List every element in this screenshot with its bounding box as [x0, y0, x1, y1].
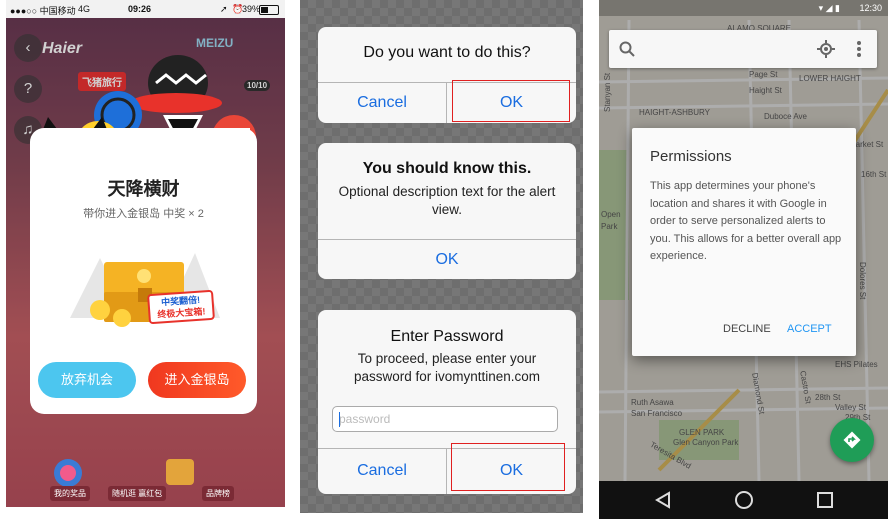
text-cursor	[339, 412, 340, 427]
network-label: 4G	[78, 4, 91, 14]
password-placeholder: password	[339, 412, 391, 426]
alert-title: Do you want to do this?	[363, 44, 531, 61]
tab-my-prizes[interactable]: 我的奖品	[50, 486, 90, 501]
divider	[318, 239, 576, 240]
directions-button[interactable]	[830, 418, 874, 462]
more-vert-icon[interactable]	[855, 40, 863, 58]
accept-button[interactable]: ACCEPT	[787, 323, 832, 335]
cancel-button[interactable]: Cancel	[318, 94, 446, 112]
battery-icon	[259, 5, 279, 15]
directions-icon	[843, 431, 861, 449]
clock-label: 09:26	[128, 4, 152, 14]
carrier-label: ●●●○○ 中国移动	[10, 6, 76, 16]
ios-alerts-screen: Do you want to do this? Cancel OK You sh…	[300, 0, 583, 513]
search-bar[interactable]	[609, 30, 877, 68]
ok-button[interactable]: OK	[318, 251, 576, 269]
cancel-button[interactable]: Cancel	[318, 462, 446, 480]
info-alert: You should know this. Optional descripti…	[318, 143, 576, 279]
dialog-title: Permissions	[650, 148, 732, 165]
back-icon[interactable]	[654, 491, 672, 509]
tab-random-browse[interactable]: 随机逛 赢红包	[108, 486, 167, 501]
alert-title: You should know this.	[362, 160, 532, 177]
dialog-title: 天降横财	[107, 179, 180, 199]
give-up-button[interactable]: 放弃机会	[38, 362, 136, 398]
android-nav-bar	[599, 481, 888, 519]
home-icon[interactable]	[734, 490, 754, 510]
enter-island-button[interactable]: 进入金银岛	[148, 362, 246, 398]
location-icon: ➚	[220, 4, 228, 14]
tab-brand-ranking[interactable]: 品牌榜	[202, 486, 234, 501]
ios-status-bar: ●●●○○ 中国移动 4G 09:26 ➚ ⏰ 39%	[6, 0, 285, 18]
highlight-box	[451, 443, 565, 491]
my-location-icon[interactable]	[817, 40, 835, 58]
alert-title: Enter Password	[390, 328, 504, 345]
alert-message: Optional description text for the alert …	[338, 184, 556, 217]
decline-button[interactable]: DECLINE	[723, 323, 771, 335]
clock-label: 12:30	[859, 3, 882, 13]
alert-message: To proceed, please enter your password f…	[353, 351, 541, 384]
android-maps-screen: ALAMO SQUARE Page St LOWER HAIGHT Haight…	[599, 0, 888, 519]
dialog-body: This app determines your phone's locatio…	[650, 180, 842, 262]
recents-icon[interactable]	[816, 491, 834, 509]
highlight-box	[452, 80, 570, 122]
permissions-dialog: Permissions This app determines your pho…	[632, 128, 856, 356]
search-icon[interactable]	[619, 41, 635, 57]
reward-ribbon: 中奖翻倍! 终极大宝箱!	[147, 289, 215, 325]
dialog-subtitle: 带你进入金银岛 中奖 × 2	[83, 208, 204, 220]
tmall-screen: ●●●○○ 中国移动 4G 09:26 ➚ ⏰ 39% Haier MEIZU …	[6, 0, 285, 507]
password-input[interactable]: password	[332, 406, 558, 432]
android-status-bar: ▾ ◢ ▮ 12:30	[599, 0, 888, 16]
signal-icon: ▾ ◢ ▮	[818, 3, 840, 13]
battery-percent: 39%	[242, 4, 261, 14]
